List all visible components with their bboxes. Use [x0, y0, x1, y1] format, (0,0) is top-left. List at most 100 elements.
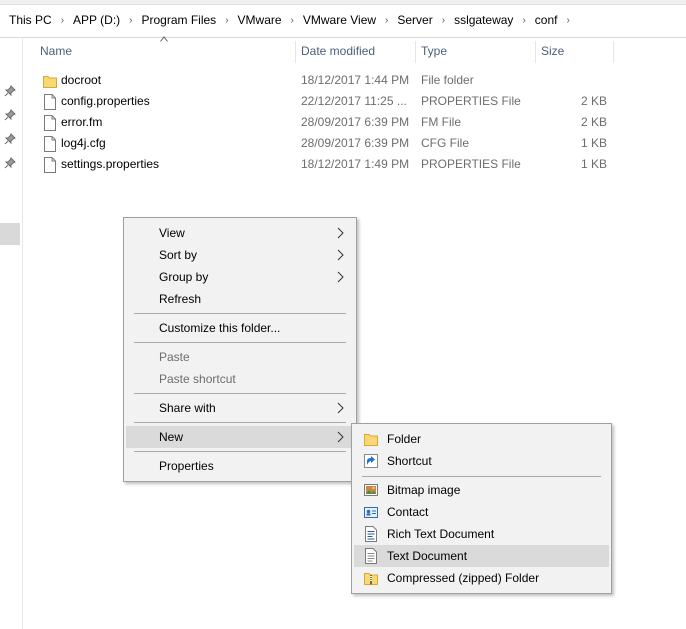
menu-item-label: Text Document	[387, 549, 468, 563]
file-name: config.properties	[61, 94, 150, 108]
pin-icon[interactable]	[4, 133, 16, 145]
column-divider[interactable]	[535, 41, 536, 63]
new-rtf-item[interactable]: Rich Text Document	[354, 523, 609, 545]
menu-item-label: Share with	[159, 401, 216, 415]
text-document-icon	[365, 548, 377, 564]
menu-separator	[134, 393, 346, 394]
chevron-right-icon[interactable]: ›	[61, 15, 64, 26]
menu-item-group-by[interactable]: Group by	[126, 266, 354, 288]
file-row[interactable]: config.properties 22/12/2017 11:25 ... P…	[36, 91, 616, 112]
file-icon	[44, 136, 56, 152]
column-header-date[interactable]: Date modified	[301, 39, 411, 64]
file-type: File folder	[421, 73, 474, 87]
column-header-type[interactable]: Type	[421, 39, 531, 64]
window-top-edge	[0, 0, 686, 5]
menu-item-refresh[interactable]: Refresh	[126, 288, 354, 310]
menu-item-label: Bitmap image	[387, 483, 461, 497]
column-header-name[interactable]: Name	[40, 39, 290, 64]
bitmap-image-icon	[364, 484, 378, 496]
menu-separator	[134, 342, 346, 343]
chevron-right-icon[interactable]: ›	[566, 15, 569, 26]
breadcrumb-conf[interactable]: conf	[535, 13, 558, 27]
file-row[interactable]: error.fm 28/09/2017 6:39 PM FM File 2 KB	[36, 112, 616, 133]
breadcrumb-program-files[interactable]: Program Files	[142, 13, 217, 27]
menu-separator	[134, 422, 346, 423]
breadcrumb-this-pc[interactable]: This PC	[9, 13, 52, 27]
pin-icon[interactable]	[4, 157, 16, 169]
shortcut-icon	[364, 454, 378, 468]
menu-separator	[362, 476, 601, 477]
menu-item-label: Shortcut	[387, 454, 432, 468]
menu-item-share-with[interactable]: Share with	[126, 397, 354, 419]
column-divider[interactable]	[613, 41, 614, 63]
nav-selected-item[interactable]	[0, 223, 20, 245]
file-date: 22/12/2017 11:25 ...	[301, 94, 407, 108]
file-row[interactable]: log4j.cfg 28/09/2017 6:39 PM CFG File 1 …	[36, 133, 616, 154]
chevron-right-icon[interactable]: ›	[291, 15, 294, 26]
file-name: error.fm	[61, 115, 103, 129]
menu-item-label: Group by	[159, 270, 209, 284]
menu-item-label: Rich Text Document	[387, 527, 495, 541]
menu-item-label: Sort by	[159, 248, 198, 262]
menu-item-label: Compressed (zipped) Folder	[387, 571, 540, 585]
menu-item-label: Folder	[387, 432, 422, 446]
new-folder-item[interactable]: Folder	[354, 428, 609, 450]
menu-item-new[interactable]: New	[126, 426, 354, 448]
chevron-right-icon[interactable]: ›	[522, 15, 525, 26]
menu-item-view[interactable]: View	[126, 222, 354, 244]
column-header-size[interactable]: Size	[541, 39, 611, 64]
menu-separator	[134, 451, 346, 452]
menu-item-properties[interactable]: Properties	[126, 455, 354, 477]
chevron-right-icon[interactable]: ›	[442, 15, 445, 26]
chevron-right-icon[interactable]: ›	[385, 15, 388, 26]
menu-item-paste[interactable]: Paste	[126, 346, 354, 368]
new-zip-folder-item[interactable]: Compressed (zipped) Folder	[354, 567, 609, 589]
breadcrumb-app-drive[interactable]: APP (D:)	[73, 13, 120, 27]
chevron-right-icon	[337, 402, 344, 414]
file-size: 2 KB	[580, 115, 607, 129]
file-date: 28/09/2017 6:39 PM	[301, 136, 410, 150]
file-name: settings.properties	[61, 157, 160, 171]
file-type: CFG File	[421, 136, 469, 150]
menu-item-customize-folder[interactable]: Customize this folder...	[126, 317, 354, 339]
menu-item-label: New	[159, 430, 184, 444]
chevron-right-icon	[337, 249, 344, 261]
file-size: 1 KB	[580, 157, 607, 171]
new-contact-item[interactable]: Contact	[354, 501, 609, 523]
menu-item-label: Contact	[387, 505, 429, 519]
chevron-right-icon[interactable]: ›	[129, 15, 132, 26]
menu-separator	[134, 313, 346, 314]
file-icon	[44, 157, 56, 173]
breadcrumb-sslgateway[interactable]: sslgateway	[454, 13, 513, 27]
navigation-pane	[0, 38, 23, 629]
chevron-right-icon	[337, 271, 344, 283]
file-date: 18/12/2017 1:44 PM	[301, 73, 410, 87]
pin-icon[interactable]	[4, 85, 16, 97]
contact-icon	[364, 507, 378, 518]
breadcrumb: This PC › APP (D:) › Program Files › VMw…	[9, 12, 579, 28]
chevron-right-icon	[337, 227, 344, 239]
breadcrumb-server[interactable]: Server	[397, 13, 432, 27]
chevron-right-icon[interactable]: ›	[225, 15, 228, 26]
menu-item-paste-shortcut[interactable]: Paste shortcut	[126, 368, 354, 390]
column-divider[interactable]	[415, 41, 416, 63]
menu-item-label: Customize this folder...	[159, 321, 281, 335]
new-shortcut-item[interactable]: Shortcut	[354, 450, 609, 472]
breadcrumb-vmware-view[interactable]: VMware View	[303, 13, 376, 27]
rich-text-document-icon	[365, 526, 377, 542]
breadcrumb-vmware[interactable]: VMware	[238, 13, 282, 27]
folder-icon	[364, 434, 378, 446]
new-text-document-item[interactable]: Text Document	[354, 545, 609, 567]
file-type: PROPERTIES File	[421, 157, 521, 171]
address-bar[interactable]: This PC › APP (D:) › Program Files › VMw…	[0, 0, 686, 38]
file-name: log4j.cfg	[61, 136, 106, 150]
new-bitmap-item[interactable]: Bitmap image	[354, 479, 609, 501]
file-size: 2 KB	[580, 94, 607, 108]
file-row[interactable]: settings.properties 18/12/2017 1:49 PM P…	[36, 154, 616, 175]
column-divider[interactable]	[295, 41, 296, 63]
menu-item-sort-by[interactable]: Sort by	[126, 244, 354, 266]
file-icon	[44, 94, 56, 110]
file-row[interactable]: docroot 18/12/2017 1:44 PM File folder	[36, 70, 616, 91]
menu-item-label: Paste	[159, 350, 190, 364]
pin-icon[interactable]	[4, 109, 16, 121]
